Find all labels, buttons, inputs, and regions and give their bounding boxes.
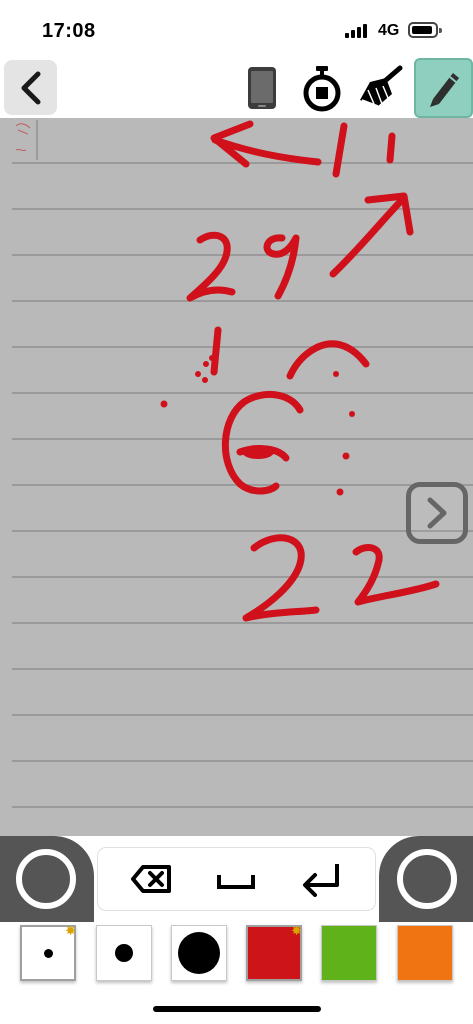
phone-icon — [248, 67, 276, 109]
screen: 17:08 4G ✸ ✸ — [0, 0, 473, 1024]
backspace-icon — [131, 865, 171, 893]
chevron-left-icon — [21, 71, 40, 104]
right-pad — [379, 836, 473, 922]
chevron-right-icon — [427, 497, 447, 529]
home-indicator — [153, 1006, 321, 1012]
signal-icon — [345, 24, 371, 38]
status-time: 17:08 — [42, 20, 96, 42]
space-button[interactable] — [206, 856, 266, 902]
stopwatch-icon — [303, 66, 341, 112]
pencil-icon — [429, 73, 459, 107]
pencil-button[interactable] — [414, 58, 473, 118]
enter-button[interactable] — [292, 856, 352, 902]
key-bar — [98, 848, 375, 910]
color-green[interactable] — [321, 925, 377, 981]
network-label: 4G — [378, 22, 400, 39]
backspace-button[interactable] — [122, 856, 182, 902]
clear-button[interactable] — [356, 62, 404, 114]
input-controls — [0, 836, 473, 922]
selected-star-icon: ✸ — [291, 923, 302, 938]
phone-button[interactable] — [238, 62, 286, 114]
drawing-canvas[interactable] — [0, 118, 473, 836]
timer-button[interactable] — [298, 62, 346, 114]
left-circle-button[interactable] — [16, 849, 76, 909]
pen-size-medium[interactable] — [96, 925, 152, 981]
large-dot-icon — [178, 932, 220, 974]
palette: ✸ ✸ — [0, 922, 473, 992]
enter-icon — [303, 864, 339, 897]
medium-dot-icon — [115, 944, 133, 962]
broom-icon — [360, 65, 403, 107]
back-button[interactable] — [4, 60, 57, 115]
battery-icon — [408, 22, 442, 38]
space-icon — [217, 875, 255, 889]
handwriting-strokes — [160, 120, 440, 622]
next-page-button[interactable] — [406, 482, 468, 544]
pen-size-small[interactable]: ✸ — [20, 923, 76, 981]
selected-star-icon: ✸ — [65, 923, 76, 938]
toolbar — [0, 58, 473, 118]
left-pad — [0, 836, 94, 922]
small-dot-icon — [43, 948, 53, 958]
status-bar: 17:08 4G — [0, 0, 473, 58]
color-red[interactable]: ✸ — [246, 923, 302, 981]
right-circle-button[interactable] — [397, 849, 457, 909]
pen-size-large[interactable] — [171, 925, 227, 981]
color-orange[interactable] — [397, 925, 453, 981]
